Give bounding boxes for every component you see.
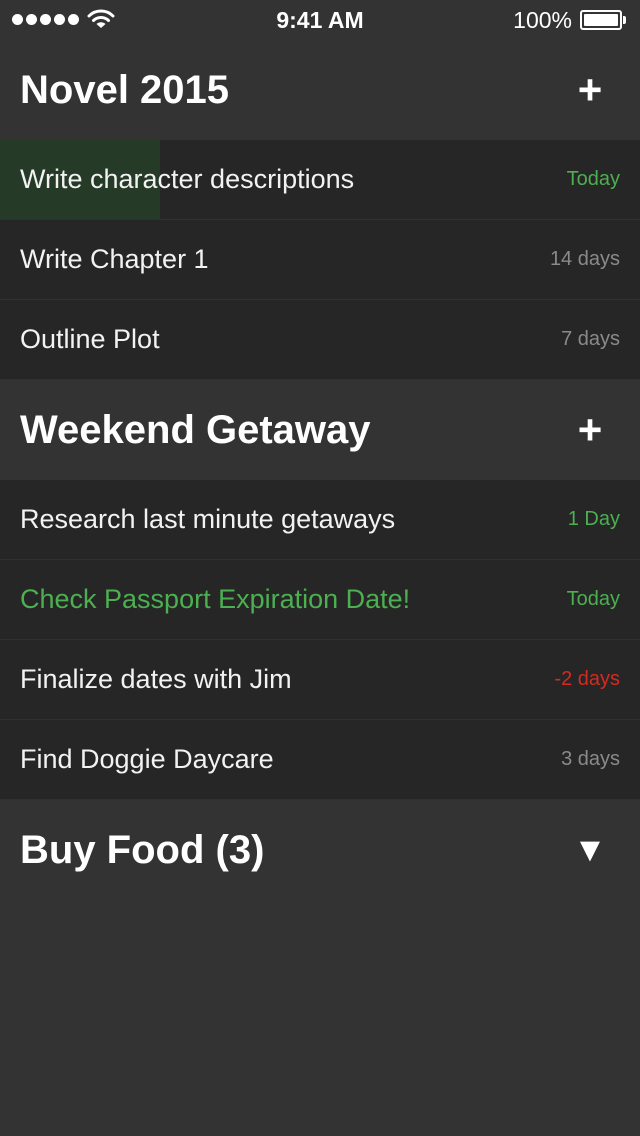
status-bar: 9:41 AM 100%: [0, 0, 640, 40]
section-header-buy-food[interactable]: Buy Food (3) ▼: [0, 800, 640, 900]
task-label: Outline Plot: [20, 324, 160, 354]
task-row[interactable]: Write Chapter 1 14 days: [0, 220, 640, 300]
task-due: 7 days: [561, 328, 620, 350]
task-label: Check Passport Expiration Date!: [20, 584, 411, 614]
task-label: Find Doggie Daycare: [20, 744, 274, 774]
task-label: Finalize dates with Jim: [20, 664, 292, 694]
task-due: Today: [566, 168, 620, 190]
task-row[interactable]: Check Passport Expiration Date! Today: [0, 560, 640, 640]
task-row[interactable]: Research last minute getaways 1 Day: [0, 480, 640, 560]
task-label: Write Chapter 1: [20, 244, 209, 274]
task-row[interactable]: Write character descriptions Today: [0, 140, 640, 220]
task-label: Research last minute getaways: [20, 504, 396, 534]
task-row[interactable]: Finalize dates with Jim -2 days: [0, 640, 640, 720]
task-list: Novel 2015 + Write character description…: [0, 40, 640, 900]
task-label: Write character descriptions: [20, 164, 355, 194]
section-title: Novel 2015: [20, 68, 230, 112]
task-due: 14 days: [549, 248, 620, 270]
plus-icon[interactable]: +: [570, 380, 610, 480]
plus-icon[interactable]: +: [570, 40, 610, 140]
section-header-weekend-getaway[interactable]: Weekend Getaway +: [0, 380, 640, 480]
task-due: 1 Day: [567, 508, 620, 530]
section-header-novel-2015[interactable]: Novel 2015 +: [0, 40, 640, 140]
battery-percent: 100%: [513, 7, 572, 33]
task-row[interactable]: Find Doggie Daycare 3 days: [0, 720, 640, 800]
task-due: Today: [566, 588, 620, 610]
task-due: 3 days: [561, 748, 620, 770]
expand-triangle-icon[interactable]: ▼: [570, 800, 610, 900]
task-row[interactable]: Outline Plot 7 days: [0, 300, 640, 380]
section-title: Buy Food (3): [20, 828, 265, 872]
task-due: -2 days: [554, 668, 620, 690]
section-title: Weekend Getaway: [20, 408, 371, 452]
battery-icon: [580, 10, 626, 30]
